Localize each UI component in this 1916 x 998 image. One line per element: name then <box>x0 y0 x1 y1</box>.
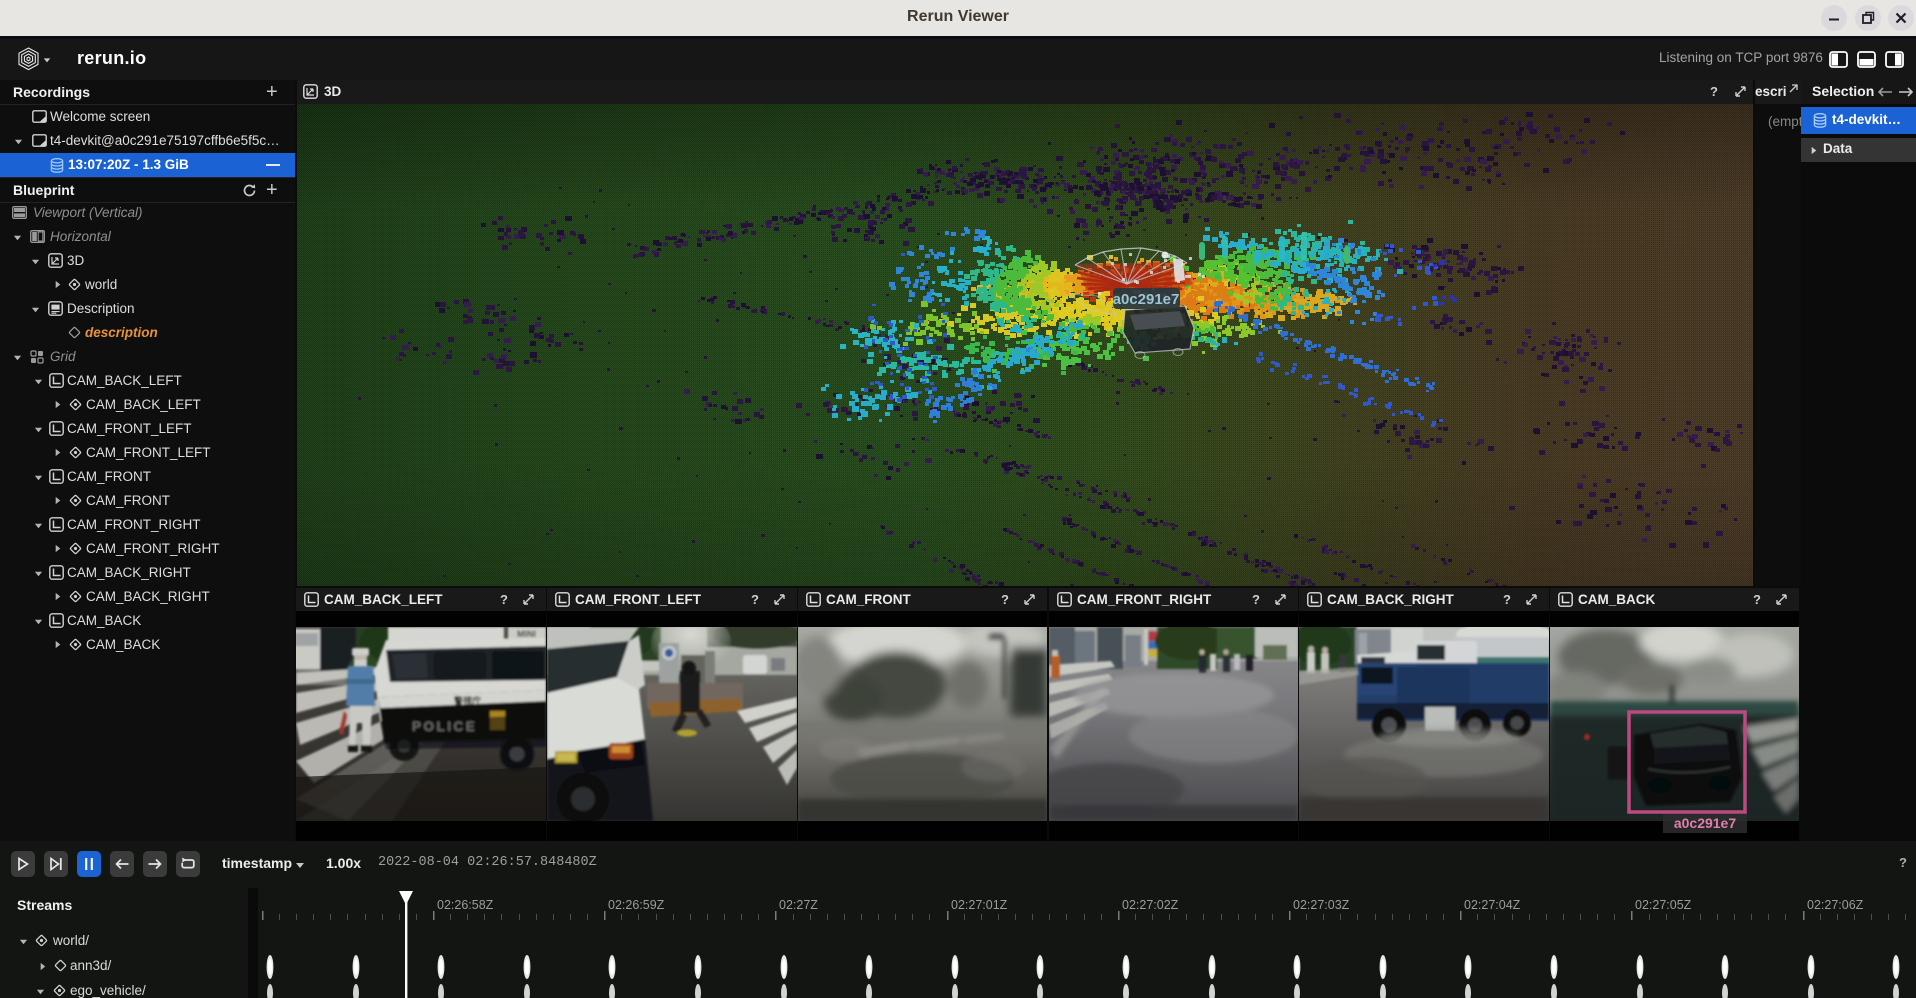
svg-text:a0c291e7: a0c291e7 <box>1113 291 1180 308</box>
svg-text:02:27:03Z: 02:27:03Z <box>1293 898 1350 912</box>
svg-text:02:27:02Z: 02:27:02Z <box>1122 898 1179 912</box>
svg-text:02:27:01Z: 02:27:01Z <box>951 898 1008 912</box>
svg-text:02:26:58Z: 02:26:58Z <box>437 898 494 912</box>
svg-text:02:27:05Z: 02:27:05Z <box>1635 898 1692 912</box>
svg-text:02:26:59Z: 02:26:59Z <box>608 898 665 912</box>
svg-text:02:27Z: 02:27Z <box>779 898 818 912</box>
svg-text:02:27:06Z: 02:27:06Z <box>1807 898 1864 912</box>
svg-text:02:27:04Z: 02:27:04Z <box>1464 898 1521 912</box>
